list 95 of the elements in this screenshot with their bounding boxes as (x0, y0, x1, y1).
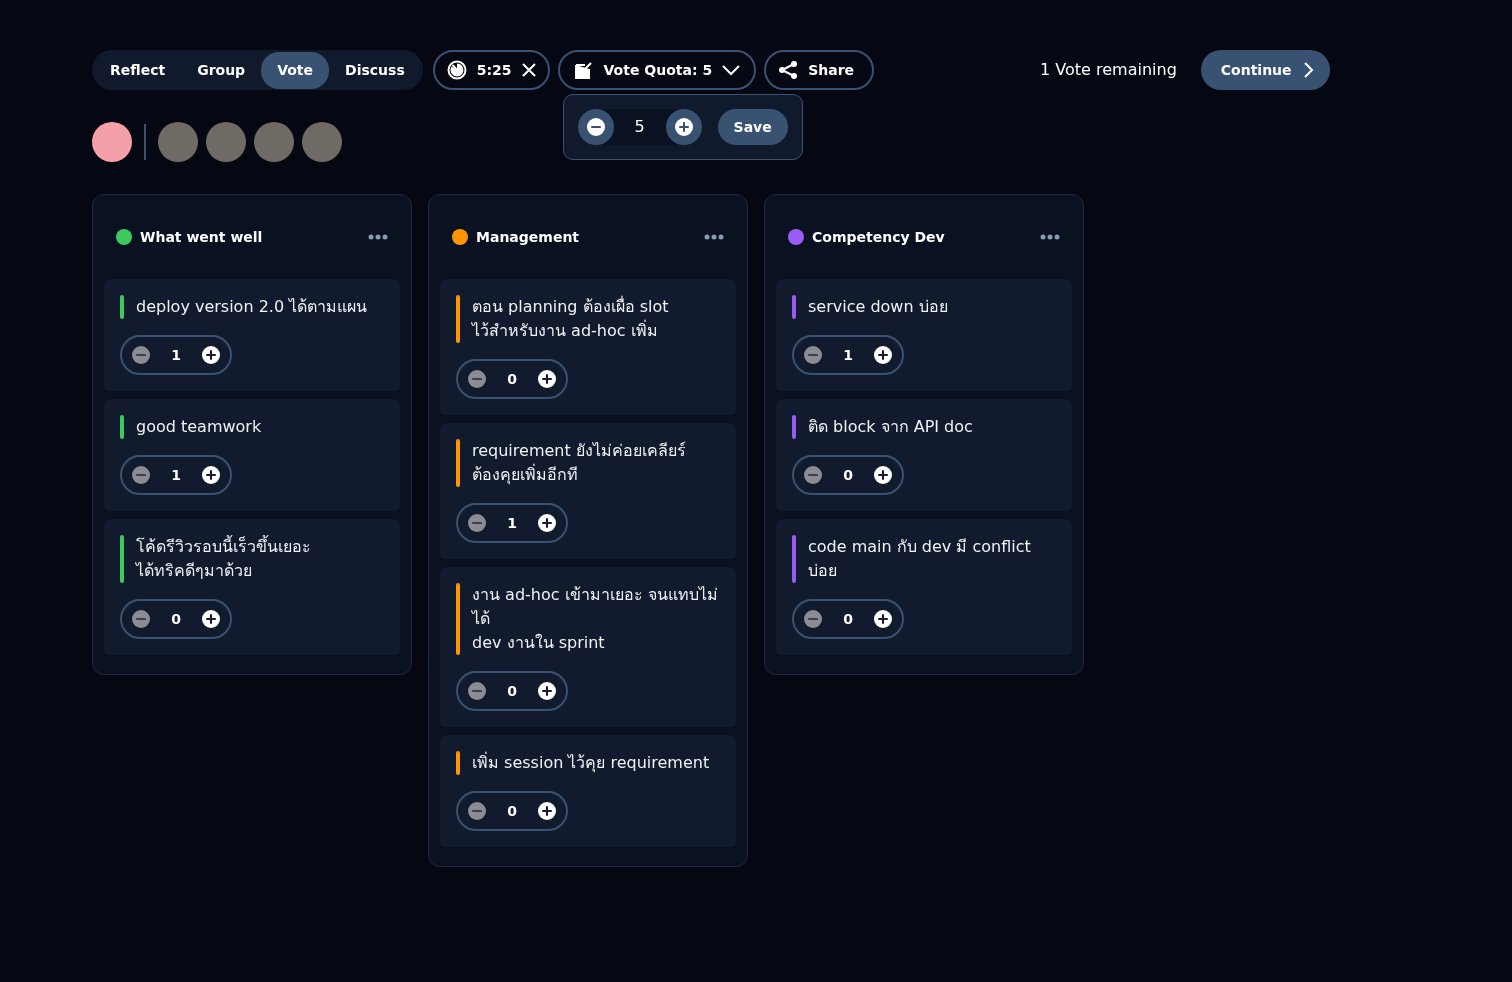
save-button[interactable]: Save (717, 109, 788, 145)
more-icon (704, 234, 724, 240)
accent-bar (120, 415, 124, 439)
column-title: Competency Dev (812, 227, 946, 247)
avatar (206, 122, 246, 162)
accent-bar (456, 583, 460, 655)
increase-button[interactable] (538, 802, 556, 820)
plus-icon (538, 802, 556, 820)
share-icon (778, 60, 799, 80)
avatar (302, 122, 342, 162)
share-button[interactable]: Share (764, 50, 875, 90)
minus-icon (132, 466, 150, 484)
edit-icon (573, 60, 594, 80)
plus-icon (538, 370, 556, 388)
vote-count: 0 (507, 801, 517, 821)
plus-icon (874, 610, 892, 628)
avatar (158, 122, 198, 162)
column-title: What went well (140, 227, 264, 247)
quota-value: 5 (633, 116, 646, 138)
stage-tab[interactable]: Discuss (329, 51, 421, 89)
more-button[interactable] (368, 234, 388, 240)
vote-count: 0 (507, 681, 517, 701)
card-text: โค้ดรีวิวรอบนี้เร็วขึ้นเยอะ ได้ทริคดีๆมาด้วย (136, 535, 311, 582)
accent-bar (792, 415, 796, 439)
more-button[interactable] (1040, 234, 1060, 240)
stage-tab[interactable]: Reflect (94, 51, 182, 89)
accent-bar (792, 295, 796, 319)
vote-count: 0 (843, 609, 853, 629)
avatar (92, 122, 132, 162)
increase-button[interactable] (665, 109, 702, 145)
minus-icon (468, 682, 486, 700)
plus-icon (202, 346, 220, 364)
card-text: requirement ยังไม่ค่อยเคลียร์ ต้องคุยเพิ่มอีกที (472, 440, 686, 487)
minus-icon (468, 370, 486, 388)
vote-count: 0 (171, 609, 181, 629)
vote-count: 0 (843, 465, 853, 485)
card-text: service down บ่อย (808, 296, 948, 318)
more-button[interactable] (704, 234, 724, 240)
card-text: ตอน planning ต้องเผื่อ slot ไว้สำหรับงาน ad-hoc เพิ่ม (472, 295, 669, 342)
increase-button[interactable] (874, 346, 892, 364)
card-text: ติด block จาก API doc (808, 416, 973, 438)
minus-icon (468, 514, 486, 532)
accent-bar (792, 535, 796, 583)
decrease-button[interactable] (577, 109, 614, 145)
more-icon (368, 234, 388, 240)
close-button[interactable] (521, 63, 536, 77)
timer-text: 5:25 (476, 60, 512, 80)
minus-icon (804, 466, 822, 484)
vote-count: 1 (843, 345, 853, 365)
stage-tab[interactable]: Group (181, 51, 262, 89)
timer-icon (446, 60, 467, 80)
accent-bar (456, 751, 460, 775)
increase-button[interactable] (874, 466, 892, 484)
plus-icon (538, 514, 556, 532)
vote-count: 0 (507, 369, 517, 389)
increase-button[interactable] (202, 466, 220, 484)
increase-button[interactable] (874, 610, 892, 628)
minus-icon (586, 118, 605, 136)
accent-bar (456, 439, 460, 487)
continue-button[interactable]: Continue (1200, 50, 1330, 90)
plus-icon (874, 466, 892, 484)
avatar (254, 122, 294, 162)
accent-bar (456, 295, 460, 343)
minus-icon (132, 346, 150, 364)
plus-icon (202, 610, 220, 628)
card-text: code main กับ dev มี conflict บ่อย (808, 536, 1031, 582)
card-text: good teamwork (136, 416, 262, 438)
card-text: เพิ่ม session ไว้คุย requirement (472, 751, 710, 775)
minus-icon (132, 610, 150, 628)
plus-icon (202, 466, 220, 484)
card-text: งาน ad-hoc เข้ามาเยอะ จนแทบไม่ได้ dev งานใน sprint (472, 584, 719, 654)
increase-button[interactable] (202, 346, 220, 364)
increase-button[interactable] (538, 370, 556, 388)
minus-icon (804, 346, 822, 364)
increase-button[interactable] (538, 514, 556, 532)
plus-icon (674, 118, 693, 136)
vote-count: 1 (171, 465, 181, 485)
stage-tab[interactable]: Vote (261, 51, 330, 89)
more-icon (1040, 234, 1060, 240)
chevron-right-icon (1303, 62, 1314, 78)
close-icon (521, 63, 536, 77)
vote-count: 1 (507, 513, 517, 533)
increase-button[interactable] (202, 610, 220, 628)
plus-icon (538, 682, 556, 700)
accent-bar (120, 535, 124, 583)
vote-quota-button[interactable]: Vote Quota: 5 (557, 50, 757, 90)
accent-bar (120, 295, 124, 319)
card-text: deploy version 2.0 ได้ตามแผน (136, 296, 368, 318)
votes-remaining: 1 Vote remaining (1040, 59, 1177, 81)
minus-icon (468, 802, 486, 820)
column-title: Management (476, 227, 581, 247)
vote-count: 1 (171, 345, 181, 365)
minus-icon (804, 610, 822, 628)
increase-button[interactable] (538, 682, 556, 700)
plus-icon (874, 346, 892, 364)
